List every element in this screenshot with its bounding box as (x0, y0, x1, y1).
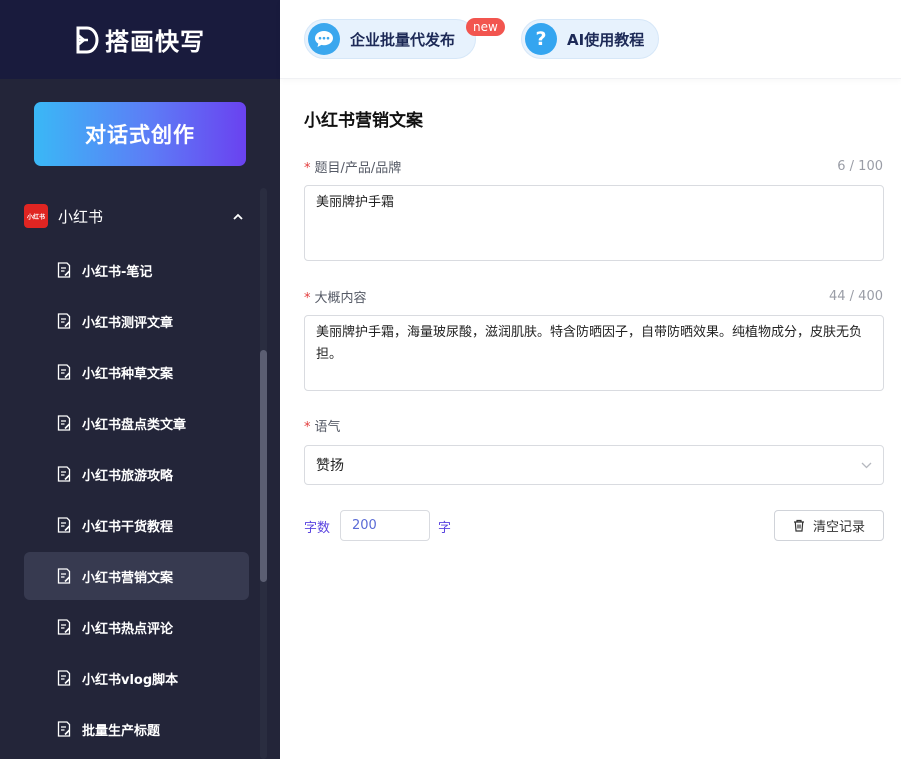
trash-icon (793, 519, 804, 532)
sidebar-item-label: 小红书种草文案 (82, 366, 174, 382)
chevron-up-icon[interactable] (233, 209, 243, 223)
sidebar-item-label: 批量生产标题 (82, 723, 161, 739)
word-count-input[interactable]: 200 (340, 510, 430, 541)
topic-label-text: 题目/产品/品牌 (314, 161, 402, 176)
sidebar-item-label: 小红书vlog脚本 (82, 672, 179, 688)
sidebar-item-label: 小红书-笔记 (82, 264, 153, 280)
top-bar: 企业批量代发布 new ? AI使用教程 (280, 0, 901, 79)
sidebar-item[interactable]: 小红书旅游攻略 (24, 450, 249, 498)
enterprise-publish-button[interactable]: 企业批量代发布 (304, 19, 476, 59)
sidebar: 搭画快写 对话式创作 小红书 小红书 小红书-笔记 小红书测评文章 小红书种草文案小… (0, 0, 280, 759)
dialog-create-label: 对话式创作 (85, 123, 195, 147)
sidebar-item-label: 小红书测评文章 (82, 315, 174, 331)
sidebar-item[interactable]: 小红书种草文案 (24, 348, 249, 396)
sidebar-group-xiaohongshu[interactable]: 小红书 小红书 (24, 194, 249, 238)
sidebar-item[interactable]: 小红书营销文案 (24, 552, 249, 600)
sidebar-item-label: 小红书旅游攻略 (82, 468, 174, 484)
tone-select-value: 赞扬 (316, 458, 344, 474)
chevron-down-icon (861, 458, 872, 472)
sidebar-item[interactable]: 小红书盘点类文章 (24, 399, 249, 447)
required-mark: * (304, 161, 311, 176)
topic-label: * 题目/产品/品牌 (304, 157, 401, 176)
document-edit-icon (57, 670, 71, 686)
sidebar-menu: 小红书-笔记小红书测评文章 小红书种草文案 小红书盘点类文章 小红书旅游攻略 小红书干货… (24, 246, 249, 756)
topic-counter: 6 / 100 (837, 159, 883, 174)
xiaohongshu-logo-icon: 小红书 (24, 204, 48, 228)
ai-tutorial-button[interactable]: ? AI使用教程 (521, 19, 659, 59)
content-label: * 大概内容 (304, 287, 367, 306)
enterprise-publish-label: 企业批量代发布 (350, 30, 456, 49)
sidebar-item[interactable]: 小红书干货教程 (24, 501, 249, 549)
document-edit-icon (57, 568, 71, 584)
content-counter: 44 / 400 (829, 289, 883, 304)
brand-name: 搭画快写 (105, 28, 205, 56)
sidebar-item[interactable]: 小红书-笔记 (24, 246, 249, 294)
document-edit-icon (57, 619, 71, 635)
sidebar-item[interactable]: 小红书测评文章 (24, 297, 249, 345)
brand-logo-link[interactable]: 搭画快写 (75, 22, 205, 57)
document-edit-icon (57, 313, 71, 329)
ai-tutorial-label: AI使用教程 (567, 30, 645, 49)
sidebar-scrollbar-thumb[interactable] (260, 350, 267, 582)
tone-label-text: 语气 (314, 420, 341, 435)
document-edit-icon (57, 364, 71, 380)
document-edit-icon (57, 262, 71, 278)
document-edit-icon (57, 721, 71, 737)
sidebar-item[interactable]: 批量生产标题 (24, 705, 249, 753)
word-count-suffix: 字 (438, 521, 452, 536)
brand-logo-icon (76, 26, 99, 53)
chat-bubble-icon (308, 23, 340, 55)
content-textarea[interactable]: 美丽牌护手霜，海量玻尿酸，滋润肌肤。特含防晒因子，自带防晒效果。纯植物成分，皮肤… (304, 315, 884, 391)
content-label-text: 大概内容 (314, 291, 367, 306)
tone-select[interactable]: 赞扬 (304, 445, 884, 485)
brand-header: 搭画快写 (0, 0, 280, 79)
required-mark: * (304, 420, 311, 435)
sidebar-item-label: 小红书热点评论 (82, 621, 174, 637)
document-edit-icon (57, 415, 71, 431)
sidebar-group-title: 小红书 (58, 207, 104, 226)
word-count-prefix: 字数 (304, 521, 331, 536)
sidebar-item[interactable]: 小红书热点评论 (24, 603, 249, 651)
document-edit-icon (57, 466, 71, 482)
topic-textarea[interactable]: 美丽牌护手霜 (304, 185, 884, 261)
page-title: 小红书营销文案 (304, 111, 423, 131)
clear-records-button[interactable]: 清空记录 (774, 510, 884, 541)
new-badge: new (466, 18, 505, 36)
sidebar-item-label: 小红书营销文案 (82, 570, 174, 586)
required-mark: * (304, 291, 311, 306)
sidebar-item-label: 小红书盘点类文章 (82, 417, 187, 433)
sidebar-item[interactable]: 小红书vlog脚本 (24, 654, 249, 702)
dialog-create-button[interactable]: 对话式创作 (34, 102, 246, 166)
tone-label: * 语气 (304, 416, 341, 435)
document-edit-icon (57, 517, 71, 533)
sidebar-item-label: 小红书干货教程 (82, 519, 174, 535)
question-icon: ? (525, 23, 557, 55)
clear-records-label: 清空记录 (812, 520, 865, 535)
